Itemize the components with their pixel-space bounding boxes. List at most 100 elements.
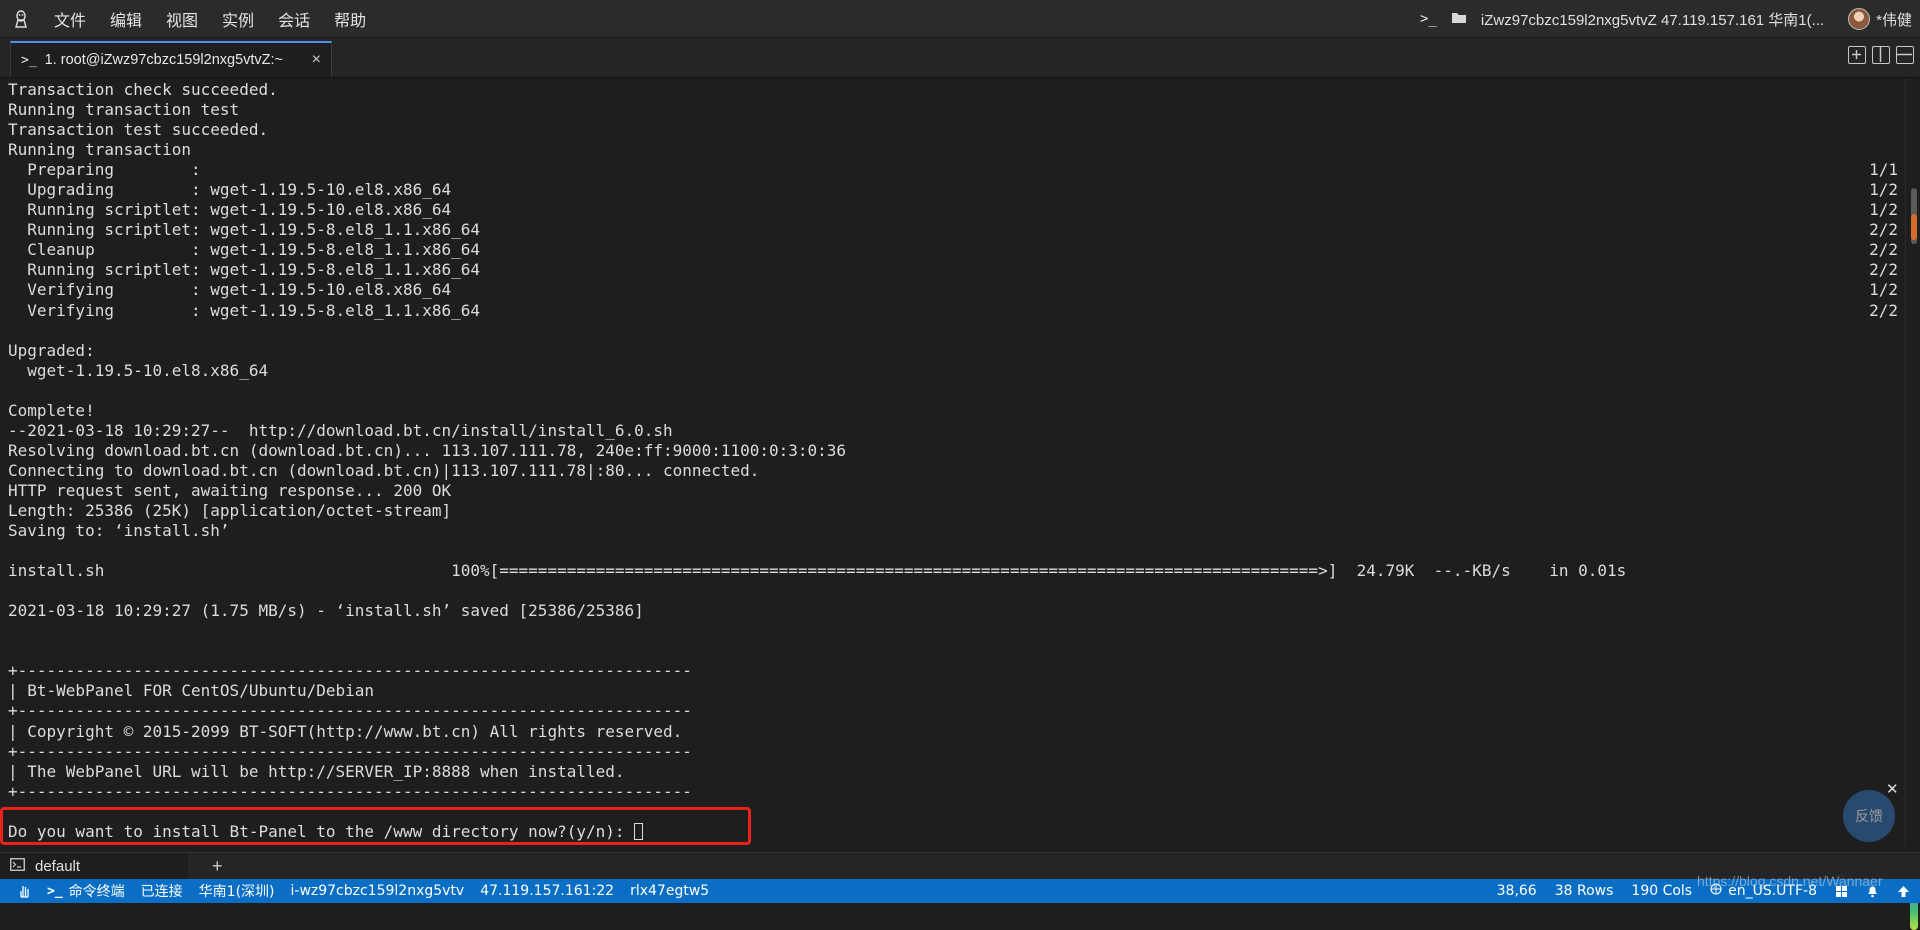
- terminal-line: +---------------------------------------…: [0, 782, 1905, 802]
- terminal-prompt-icon: >_: [47, 883, 63, 899]
- new-pane-icon[interactable]: [1848, 46, 1866, 64]
- watermark: https://blog.csdn.net/Wannaer: [1697, 873, 1883, 889]
- install-prompt-line[interactable]: Do you want to install Bt-Panel to the /…: [0, 822, 1905, 842]
- menu-file[interactable]: 文件: [42, 7, 98, 31]
- terminal-line-text: Running scriptlet: wget-1.19.5-8.el8_1.1…: [8, 260, 481, 280]
- terminal-icon: [10, 857, 25, 875]
- menu-session[interactable]: 会话: [266, 7, 322, 31]
- terminal-line-text: +---------------------------------------…: [8, 661, 692, 681]
- terminal-line: install.sh 100%[========================…: [0, 561, 1905, 581]
- panel-tab-label: default: [35, 857, 81, 875]
- terminal-lines: Transaction check succeeded. Running tran…: [0, 78, 1905, 822]
- terminal-line: Preparing : 1/1: [0, 160, 1905, 180]
- menu-instance[interactable]: 实例: [210, 7, 266, 31]
- panel-tab-default[interactable]: default: [0, 852, 188, 880]
- terminal-line-text: Saving to: ‘install.sh’: [8, 521, 230, 541]
- folder-icon[interactable]: [1451, 11, 1467, 28]
- terminal-line: wget-1.19.5-10.el8.x86_64: [0, 361, 1905, 381]
- terminal-line: Resolving download.bt.cn (download.bt.cn…: [0, 441, 1905, 461]
- terminal-line-text: Complete!: [8, 400, 95, 420]
- terminal-line: | Bt-WebPanel FOR CentOS/Ubuntu/Debian: [0, 681, 1905, 701]
- split-vertical-icon[interactable]: [1872, 46, 1890, 64]
- terminal-line: Cleanup : wget-1.19.5-8.el8_1.1.x86_64 2/…: [0, 240, 1905, 260]
- terminal-line-text: 2021-03-18 10:29:27 (1.75 MB/s) - ‘insta…: [8, 601, 644, 621]
- connection-status: 已连接: [140, 884, 183, 900]
- close-icon[interactable]: ✕: [1886, 780, 1899, 798]
- menu-view[interactable]: 视图: [154, 7, 210, 31]
- progress-count: 1/1: [1869, 160, 1898, 180]
- terminal-line-text: Running transaction: [8, 140, 192, 160]
- arrow-up-icon[interactable]: [1897, 885, 1910, 898]
- terminal-line-text: Transaction check succeeded.: [8, 80, 278, 99]
- terminal-mode[interactable]: >_ 命令终端: [47, 881, 125, 901]
- terminal-line: Running scriptlet: wget-1.19.5-8.el8_1.1…: [0, 260, 1905, 280]
- terminal-line: +---------------------------------------…: [0, 701, 1905, 721]
- panel-tabs: default +: [0, 852, 1920, 880]
- terminal-line-text: Verifying : wget-1.19.5-10.el8.x86_64: [8, 280, 452, 300]
- menu-bar: 文件 编辑 视图 实例 会话 帮助 >_ iZwz97cbzc159l2nxg5…: [0, 0, 1920, 38]
- tab-root-session[interactable]: >_ 1. root@iZwz97cbzc159l2nxg5vtvZ:~ ×: [10, 41, 332, 77]
- terminal-scrollbar[interactable]: [1905, 78, 1920, 930]
- terminal-line: 2021-03-18 10:29:27 (1.75 MB/s) - ‘insta…: [0, 601, 1905, 621]
- feedback-label: 反馈: [1855, 809, 1883, 825]
- terminal-line-text: Transaction test succeeded.: [8, 120, 269, 140]
- split-horizontal-icon[interactable]: [1896, 46, 1914, 64]
- terminal-line: Length: 25386 (25K) [application/octet-s…: [0, 501, 1905, 521]
- terminal-line-text: Connecting to download.bt.cn (download.b…: [8, 460, 760, 480]
- terminal-line: | The WebPanel URL will be http://SERVER…: [0, 762, 1905, 782]
- progress-count: 1/2: [1869, 200, 1898, 220]
- hand-icon[interactable]: [18, 884, 31, 898]
- close-icon[interactable]: ×: [312, 51, 321, 69]
- terminal-prompt-icon[interactable]: >_: [1420, 11, 1437, 27]
- progress-count: 2/2: [1869, 240, 1898, 260]
- scroll-marker: [1911, 214, 1917, 240]
- terminal-line: Transaction check succeeded.: [0, 80, 1905, 100]
- terminal-mode-label: 命令终端: [68, 884, 125, 900]
- linux-tux-icon: [0, 9, 42, 28]
- terminal-line: Verifying : wget-1.19.5-8.el8_1.1.x86_64…: [0, 301, 1905, 321]
- terminal-line: Connecting to download.bt.cn (download.b…: [0, 461, 1905, 481]
- terminal-line-text: Cleanup : wget-1.19.5-8.el8_1.1.x86_64: [8, 240, 481, 260]
- avatar: [1848, 8, 1871, 30]
- terminal-line-text: Running scriptlet: wget-1.19.5-10.el8.x8…: [8, 200, 452, 220]
- user-name: *伟健: [1876, 11, 1912, 29]
- add-panel-button[interactable]: +: [212, 856, 223, 877]
- terminal-line-text: HTTP request sent, awaiting response... …: [8, 480, 452, 500]
- terminal-line-text: wget-1.19.5-10.el8.x86_64: [8, 360, 269, 380]
- terminal-line: --2021-03-18 10:29:27-- http://download.…: [0, 421, 1905, 441]
- terminal-line: Complete!: [0, 401, 1905, 421]
- tab-label: 1. root@iZwz97cbzc159l2nxg5vtvZ:~: [44, 52, 284, 68]
- terminal-line-text: Resolving download.bt.cn (download.bt.cn…: [8, 440, 847, 460]
- terminal-line-text: --2021-03-18 10:29:27-- http://download.…: [8, 420, 673, 440]
- terminal-line: | Copyright © 2015-2099 BT-SOFT(http://w…: [0, 722, 1905, 742]
- progress-count: 1/2: [1869, 180, 1898, 200]
- session-title: iZwz97cbzc159l2nxg5vtvZ 47.119.157.161 华…: [1480, 11, 1825, 29]
- terminal-line-text: | Copyright © 2015-2099 BT-SOFT(http://w…: [8, 721, 683, 741]
- progress-count: 1/2: [1869, 280, 1898, 300]
- user-menu[interactable]: *伟健: [1848, 8, 1912, 30]
- terminal-line-text: | Bt-WebPanel FOR CentOS/Ubuntu/Debian: [8, 681, 375, 701]
- progress-count: 2/2: [1869, 260, 1898, 280]
- terminal-line: +---------------------------------------…: [0, 661, 1905, 681]
- terminal-line-text: install.sh 100%[========================…: [8, 561, 1627, 581]
- terminal-line-text: Upgraded:: [8, 340, 95, 360]
- terminal-output[interactable]: Transaction check succeeded. Running tran…: [0, 78, 1905, 847]
- rows-count: 38 Rows: [1554, 883, 1614, 899]
- terminal-line: Running scriptlet: wget-1.19.5-8.el8_1.1…: [0, 220, 1905, 240]
- terminal-line-text: | The WebPanel URL will be http://SERVER…: [8, 761, 625, 781]
- terminal-line: Running transaction: [0, 140, 1905, 160]
- terminal-line: +---------------------------------------…: [0, 742, 1905, 762]
- terminal-line-text: Preparing :: [8, 160, 201, 180]
- menu-help[interactable]: 帮助: [322, 7, 378, 31]
- terminal-line-text: +---------------------------------------…: [8, 781, 692, 801]
- terminal-line-text: Verifying : wget-1.19.5-8.el8_1.1.x86_64: [8, 300, 481, 320]
- instance-id: i-wz97cbzc159l2nxg5vtv: [290, 883, 465, 899]
- menu-edit[interactable]: 编辑: [98, 7, 154, 31]
